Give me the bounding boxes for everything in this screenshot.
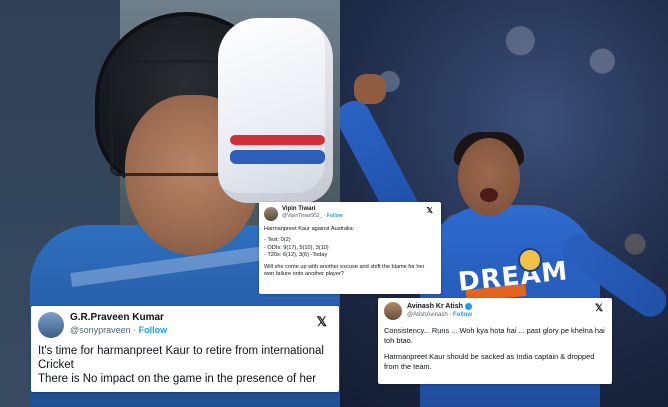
tweet-header: G.R.Praveen Kumar @sonypraveen · Follow …: [38, 312, 329, 338]
author-handle[interactable]: @VipinTiwari952_: [282, 213, 322, 219]
stats-list: - Test: 0(2) - ODIs: 9(17), 5(10), 3(10)…: [264, 237, 435, 259]
glove-band-red: [230, 135, 325, 145]
stats-line: - ODIs: 9(17), 5(10), 3(10): [264, 244, 329, 251]
tweet-text-line: There is No impact on the game in the pr…: [38, 373, 317, 385]
author-name[interactable]: G.R.Praveen Kumar: [70, 312, 167, 324]
handle-row: @VipinTiwari952_ · Follow: [282, 213, 343, 219]
tweet-text-line: Harmanpreet Kaur should be sacked as Ind…: [384, 352, 595, 371]
avatar[interactable]: [264, 207, 278, 221]
raised-fist: [354, 74, 386, 104]
verified-badge-icon: [464, 302, 472, 310]
avatar[interactable]: [384, 302, 402, 320]
tweet-header: Avinash Kr Atish @AtishAvinash · Follow …: [384, 302, 605, 320]
tweet-author: Avinash Kr Atish @AtishAvinash · Follow: [407, 302, 472, 319]
author-name[interactable]: Avinash Kr Atish: [407, 302, 472, 311]
x-logo-icon[interactable]: 𝕏: [427, 206, 433, 215]
tweet-header: Vipin Tiwari @VipinTiwari952_ · Follow 𝕏: [264, 206, 435, 221]
stats-line: - Test: 0(2): [264, 237, 291, 244]
tweet-card-vipin[interactable]: Vipin Tiwari @VipinTiwari952_ · Follow 𝕏…: [259, 202, 441, 294]
stats-line: - T20s: 6(12), 3(6) -Today: [264, 252, 328, 259]
composite-image: DREAM G.R.Praveen Kumar @sonypraveen · F…: [0, 0, 668, 407]
tweet-text-line: Will she come up with another excuse and…: [264, 263, 425, 278]
author-name[interactable]: Vipin Tiwari: [282, 206, 343, 213]
x-logo-icon[interactable]: 𝕏: [595, 303, 603, 314]
open-mouth: [480, 188, 498, 202]
x-logo-icon[interactable]: 𝕏: [317, 314, 327, 330]
follow-button[interactable]: Follow: [453, 312, 472, 318]
author-handle[interactable]: @AtishAvinash: [407, 312, 448, 318]
tweet-text-line: Harmanpreet Kaur against Australia:: [264, 226, 355, 232]
tweet-body: Consistency... Runs ... Woh kya hota hai…: [384, 326, 605, 372]
tweet-card-praveen[interactable]: G.R.Praveen Kumar @sonypraveen · Follow …: [31, 306, 339, 392]
avatar[interactable]: [38, 312, 64, 338]
tweet-text-line: It's time for harmanpreet Kaur to retire…: [38, 345, 324, 371]
tweet-card-avinash[interactable]: Avinash Kr Atish @AtishAvinash · Follow …: [378, 298, 612, 384]
follow-button[interactable]: Follow: [327, 213, 343, 219]
tweet-author: Vipin Tiwari @VipinTiwari952_ · Follow: [282, 206, 343, 220]
follow-button[interactable]: Follow: [139, 325, 168, 335]
tweet-text-line: Consistency... Runs ... Woh kya hota hai…: [384, 326, 605, 345]
author-name-text[interactable]: Avinash Kr Atish: [407, 303, 463, 310]
tweet-body: It's time for harmanpreet Kaur to retire…: [38, 344, 329, 386]
handle-row: @sonypraveen · Follow: [70, 325, 168, 335]
batting-glove: [218, 18, 333, 203]
handle-row: @AtishAvinash · Follow: [407, 312, 473, 318]
author-handle[interactable]: @sonypraveen: [70, 325, 131, 335]
glove-band-blue: [230, 150, 325, 164]
tweet-body: Harmanpreet Kaur against Australia: - Te…: [264, 226, 435, 278]
jersey-badge: [518, 248, 542, 272]
tweet-author: G.R.Praveen Kumar @sonypraveen · Follow: [70, 312, 167, 336]
bowler-face: [458, 138, 520, 216]
